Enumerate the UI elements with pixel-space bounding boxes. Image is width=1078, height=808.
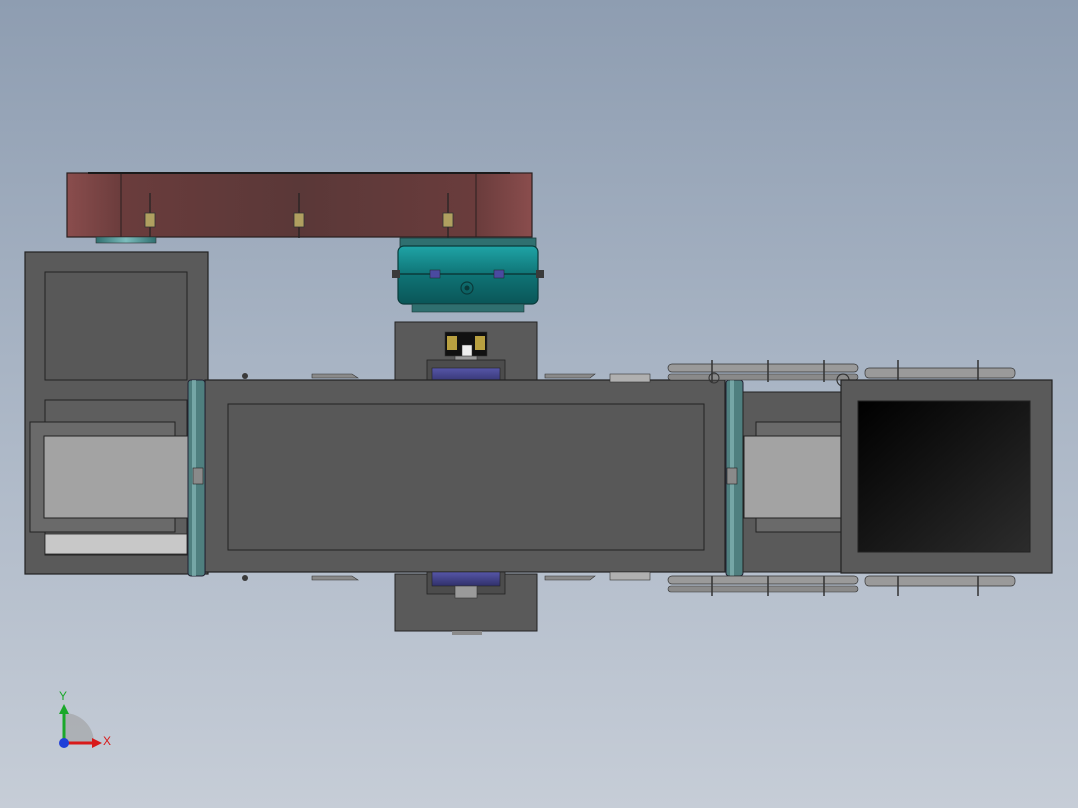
left-motor-frame — [24, 251, 209, 575]
belt-guard — [66, 172, 533, 244]
gearbox — [392, 237, 544, 313]
main-conveyor-frame — [204, 373, 726, 581]
right-roller — [725, 379, 744, 577]
cad-viewport[interactable]: Y X — [0, 0, 1078, 808]
coordinate-triad: Y X — [59, 689, 111, 748]
drive-bracket-top — [394, 321, 538, 385]
cad-model-view[interactable]: Y X — [0, 0, 1078, 808]
discharge-hopper — [840, 379, 1053, 574]
x-axis-label: X — [103, 734, 111, 748]
left-roller — [187, 379, 206, 577]
drive-bracket-bottom — [394, 571, 538, 635]
y-axis-label: Y — [59, 689, 67, 703]
